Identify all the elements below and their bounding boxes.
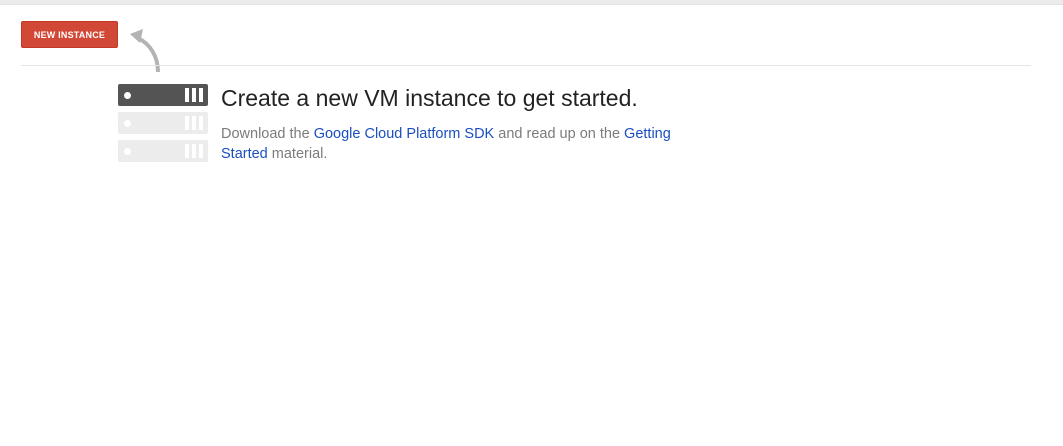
sdk-link[interactable]: Google Cloud Platform SDK [314, 126, 495, 142]
server-slots-icon [185, 144, 203, 158]
server-light-icon [118, 140, 208, 162]
desc-text: material. [267, 146, 328, 162]
empty-state-description: Download the Google Cloud Platform SDK a… [221, 124, 721, 164]
top-strip [0, 0, 1063, 5]
server-led-icon [124, 92, 131, 99]
server-light-icon [118, 112, 208, 134]
empty-state-title: Create a new VM instance to get started. [221, 85, 638, 111]
desc-text: and read up on the [494, 126, 625, 142]
desc-text: Download the [221, 126, 314, 142]
divider [21, 65, 1031, 66]
server-dark-icon [118, 84, 208, 106]
curved-arrow-icon [130, 29, 160, 73]
server-slots-icon [185, 116, 203, 130]
server-led-icon [124, 120, 131, 127]
server-stack-icon [118, 84, 208, 164]
new-instance-button[interactable]: NEW INSTANCE [21, 21, 118, 48]
server-slots-icon [185, 88, 203, 102]
server-led-icon [124, 148, 131, 155]
